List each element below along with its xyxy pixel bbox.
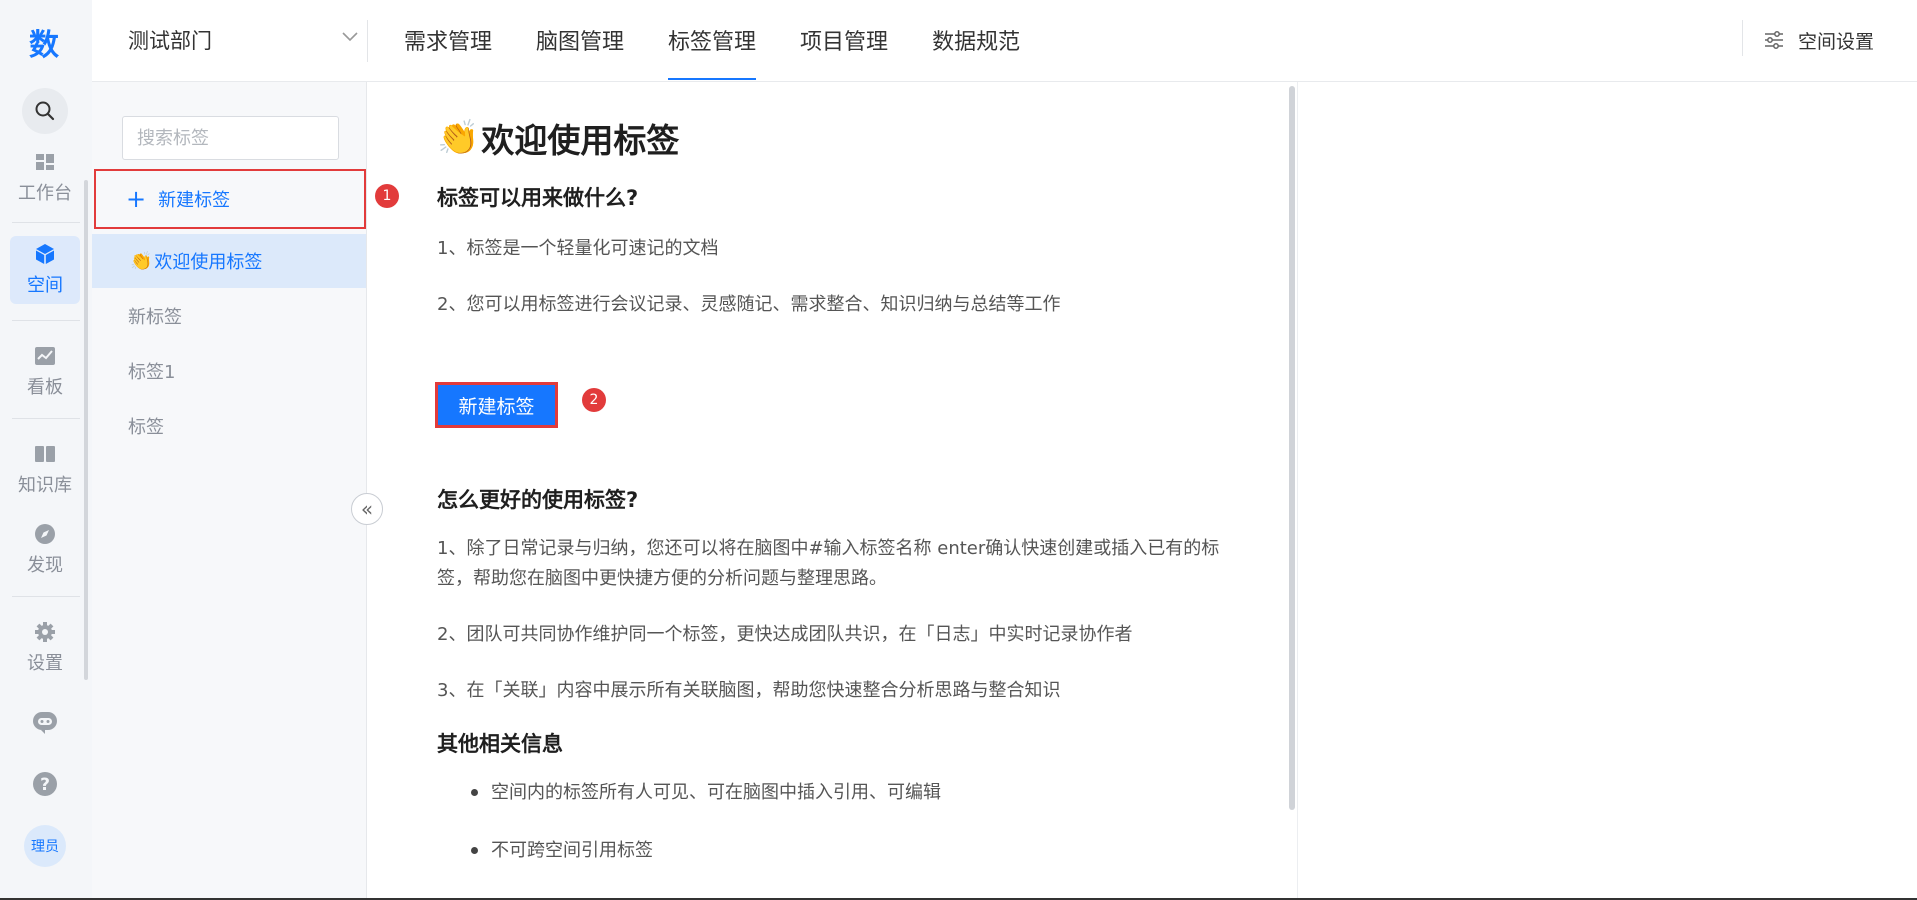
rail-divider (12, 596, 80, 597)
new-tag-button[interactable]: + 新建标签 (94, 169, 366, 229)
rail-item-workbench[interactable]: 工作台 (10, 144, 80, 212)
space-settings-label: 空间设置 (1798, 30, 1875, 53)
tab-projects[interactable]: 项目管理 (800, 0, 888, 80)
svg-text:?: ? (40, 775, 50, 795)
tag-item-new[interactable]: 新标签 (92, 288, 366, 343)
rail-item-discover[interactable]: 发现 (10, 516, 80, 584)
top-divider (367, 20, 368, 62)
compass-icon (34, 523, 56, 545)
main-tabs: 需求管理 脑图管理 标签管理 项目管理 数据规范 (404, 0, 1064, 80)
chat-bot-button[interactable] (26, 703, 64, 741)
list-item: 不可跨空间引用标签 (437, 836, 1227, 866)
doc-paragraph: 2、您可以用标签进行会议记录、灵感随记、需求整合、知识归纳与总结等工作 (437, 294, 1061, 315)
tag-sidebar: + 新建标签 👏 欢迎使用标签 新标签 标签1 标签 (92, 82, 367, 900)
gear-icon (34, 621, 56, 643)
department-selector[interactable]: 测试部门 (128, 0, 358, 80)
sliders-icon (1765, 31, 1783, 49)
rail-scrollbar[interactable] (84, 180, 88, 680)
rail-item-label: 发现 (27, 555, 63, 576)
tag-document: 👏 欢迎使用标签 标签可以用来做什么? 1、标签是一个轻量化可速记的文档 2、您… (367, 82, 1297, 900)
tag-item-label: 标签 (128, 416, 164, 438)
book-icon (34, 443, 56, 465)
doc-paragraph: 1、除了日常记录与归纳，您还可以将在脑图中#输入标签名称 enter确认快速创建… (437, 538, 1220, 589)
section-heading: 怎么更好的使用标签? (437, 488, 639, 512)
global-search-button[interactable] (22, 88, 68, 134)
rail-item-settings[interactable]: 设置 (10, 614, 80, 682)
chat-bot-icon (33, 712, 57, 734)
clap-icon: 👏 (130, 250, 153, 272)
doc-body: 👏 欢迎使用标签 标签可以用来做什么? 1、标签是一个轻量化可速记的文档 2、您… (437, 112, 1227, 866)
search-icon (35, 101, 55, 121)
cube-icon (34, 243, 56, 265)
tag-list: 👏 欢迎使用标签 新标签 标签1 标签 (92, 234, 366, 453)
space-settings-button[interactable]: 空间设置 (1764, 0, 1874, 80)
dashboard-icon (34, 151, 56, 173)
tag-item-label: 欢迎使用标签 (154, 252, 263, 273)
tab-mindmap[interactable]: 脑图管理 (536, 0, 624, 80)
create-tag-button[interactable]: 新建标签 (435, 382, 558, 428)
list-item: 空间内的标签所有人可见、可在脑图中插入引用、可编辑 (437, 778, 1227, 808)
tab-data-standards[interactable]: 数据规范 (932, 0, 1020, 80)
doc-title: 👏 欢迎使用标签 (437, 112, 1227, 164)
left-rail: 数 工作台 空间 看板 知识库 发现 设置 ? 理员 (0, 0, 92, 900)
section-heading: 其他相关信息 (437, 732, 563, 756)
rail-divider (12, 418, 80, 419)
tag-item-label: 标签1 (128, 361, 176, 383)
rail-item-board[interactable]: 看板 (10, 338, 80, 406)
plus-icon: + (126, 185, 147, 213)
top-divider (1742, 20, 1743, 56)
new-tag-label: 新建标签 (158, 190, 231, 211)
department-label: 测试部门 (128, 29, 212, 53)
tab-requirements[interactable]: 需求管理 (404, 0, 492, 80)
tab-tags[interactable]: 标签管理 (668, 0, 757, 80)
rail-divider (12, 222, 80, 223)
rail-item-space[interactable]: 空间 (10, 236, 80, 304)
step-badge-2: 2 (582, 388, 606, 412)
chart-board-icon (34, 345, 56, 367)
tag-item-label: 新标签 (128, 306, 182, 328)
doc-paragraph: 1、标签是一个轻量化可速记的文档 (437, 238, 719, 259)
help-button[interactable]: ? (26, 765, 64, 803)
avatar[interactable]: 理员 (24, 825, 66, 867)
chevron-down-icon (342, 32, 358, 42)
tag-search-input[interactable] (122, 116, 339, 160)
doc-paragraph: 2、团队可共同协作维护同一个标签，更快达成团队共识，在「日志」中实时记录协作者 (437, 624, 1133, 645)
rail-item-label: 空间 (27, 275, 63, 296)
rail-item-label: 工作台 (18, 183, 72, 204)
doc-paragraph: 3、在「关联」内容中展示所有关联脑图，帮助您快速整合分析思路与整合知识 (437, 680, 1061, 701)
tag-item-welcome[interactable]: 👏 欢迎使用标签 (92, 234, 366, 288)
panel-divider (1297, 82, 1298, 900)
rail-item-label: 知识库 (18, 475, 72, 496)
rail-item-knowledge[interactable]: 知识库 (10, 436, 80, 504)
rail-divider (12, 320, 80, 321)
doc-title-text: 欢迎使用标签 (481, 121, 680, 160)
tag-item-tag[interactable]: 标签 (92, 398, 366, 453)
top-bar: 测试部门 需求管理 脑图管理 标签管理 项目管理 数据规范 空间设置 (92, 0, 1917, 82)
help-icon: ? (33, 772, 57, 796)
clap-icon: 👏 (437, 118, 480, 158)
tag-item-tag1[interactable]: 标签1 (92, 343, 366, 398)
rail-item-label: 看板 (27, 377, 63, 398)
app-logo: 数 (29, 28, 59, 63)
rail-item-label: 设置 (27, 653, 63, 674)
doc-scrollbar[interactable] (1289, 86, 1295, 810)
info-list: 空间内的标签所有人可见、可在脑图中插入引用、可编辑 不可跨空间引用标签 (437, 778, 1227, 866)
section-heading: 标签可以用来做什么? (437, 186, 639, 210)
